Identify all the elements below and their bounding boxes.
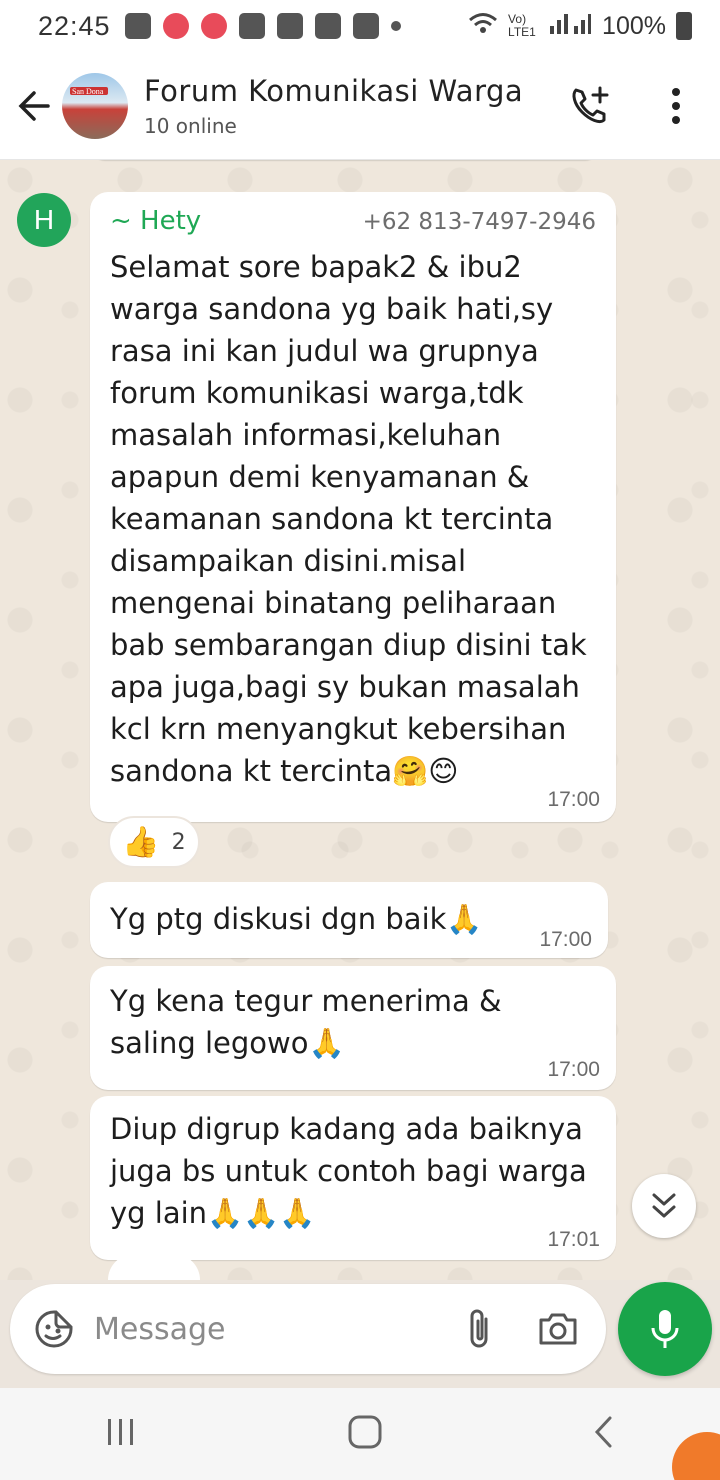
mic-button[interactable] xyxy=(618,1282,712,1376)
status-time: 22:45 xyxy=(38,10,111,41)
back-nav-icon xyxy=(594,1416,612,1448)
battery-percent: 100% xyxy=(602,11,666,40)
message-text: Yg kena tegur menerima & saling legowo🙏 xyxy=(110,984,502,1060)
message-text: Selamat sore bapak2 & ibu2 warga sandona… xyxy=(110,250,587,788)
reaction-badge[interactable]: 👍 2 xyxy=(108,816,200,868)
sender-name[interactable]: ~ Hety xyxy=(110,206,201,236)
add-call-icon xyxy=(572,86,609,124)
paperclip-icon xyxy=(470,1309,488,1348)
sender-avatar[interactable]: H xyxy=(17,193,71,247)
next-reaction-badge xyxy=(108,1254,200,1280)
group-avatar[interactable]: San Dona xyxy=(62,72,128,139)
back-button[interactable] xyxy=(2,74,66,138)
message-time: 17:00 xyxy=(539,928,592,951)
back-arrow-icon xyxy=(18,90,50,121)
status-bar: 22:45 Vo) LTE1 100% xyxy=(0,0,720,52)
thumbs-up-icon: 👍 xyxy=(122,824,160,860)
battery-icon xyxy=(676,12,692,40)
attach-button[interactable] xyxy=(450,1299,510,1359)
camera-icon xyxy=(539,1313,577,1345)
signal-icon xyxy=(548,10,592,43)
more-vert-icon xyxy=(672,88,680,124)
online-count: 10 online xyxy=(144,113,237,138)
status-right: Vo) LTE1 100% xyxy=(468,10,692,43)
sender-phone[interactable]: +62 813-7497-2946 xyxy=(363,209,596,235)
network-type: Vo) LTE1 xyxy=(508,12,536,39)
shield-icon xyxy=(352,13,379,39)
sender-row: ~ Hety +62 813-7497-2946 xyxy=(110,206,596,236)
camera-button[interactable] xyxy=(528,1299,588,1359)
title-block[interactable]: Forum Komunikasi Warga 10 online xyxy=(144,74,523,138)
app-icon xyxy=(314,13,341,39)
message-bubble[interactable]: Yg kena tegur menerima & saling legowo🙏 … xyxy=(90,966,616,1090)
youtube-icon xyxy=(276,13,303,39)
message-bubble[interactable]: ~ Hety +62 813-7497-2946 Selamat sore ba… xyxy=(90,192,616,822)
scroll-down-button[interactable] xyxy=(632,1174,696,1238)
message-time: 17:00 xyxy=(547,1058,600,1081)
add-call-button[interactable] xyxy=(560,76,620,136)
dot-icon xyxy=(390,21,401,31)
chat-area[interactable]: H ~ Hety +62 813-7497-2946 Selamat sore … xyxy=(0,160,720,1280)
chat-title: Forum Komunikasi Warga xyxy=(144,73,524,108)
app-notification-icon xyxy=(162,13,189,39)
wifi-icon xyxy=(468,11,498,42)
sticker-icon xyxy=(35,1310,73,1348)
avatar-text: San Dona xyxy=(72,86,104,96)
message-bubble[interactable]: Diup digrup kadang ada baiknya juga bs u… xyxy=(90,1096,616,1260)
mic-icon xyxy=(651,1310,679,1348)
message-bubble[interactable]: Yg ptg diskusi dgn baik🙏 17:00 xyxy=(90,882,608,958)
chevron-double-down-icon xyxy=(652,1193,676,1218)
message-input[interactable] xyxy=(94,1311,424,1347)
sticker-button[interactable] xyxy=(24,1299,84,1359)
message-composer xyxy=(10,1284,606,1374)
message-text: Yg ptg diskusi dgn baik🙏 xyxy=(110,902,483,936)
recent-apps-icon xyxy=(108,1419,133,1445)
message-text: Diup digrup kadang ada baiknya juga bs u… xyxy=(110,1112,587,1230)
gift-icon xyxy=(238,13,265,39)
reaction-count: 2 xyxy=(171,829,186,855)
home-icon xyxy=(348,1415,382,1449)
home-button[interactable] xyxy=(346,1413,384,1455)
system-nav-bar xyxy=(0,1388,720,1480)
app-notification-icon-2 xyxy=(200,13,227,39)
more-options-button[interactable] xyxy=(646,76,706,136)
recent-apps-button[interactable] xyxy=(104,1415,138,1453)
chat-header: San Dona Forum Komunikasi Warga 10 onlin… xyxy=(0,52,720,160)
back-nav-button[interactable] xyxy=(592,1414,616,1454)
notification-icons xyxy=(124,13,401,39)
message-time: 17:00 xyxy=(547,788,600,811)
message-time: 17:01 xyxy=(547,1228,600,1251)
message-notification-icon xyxy=(124,13,151,39)
